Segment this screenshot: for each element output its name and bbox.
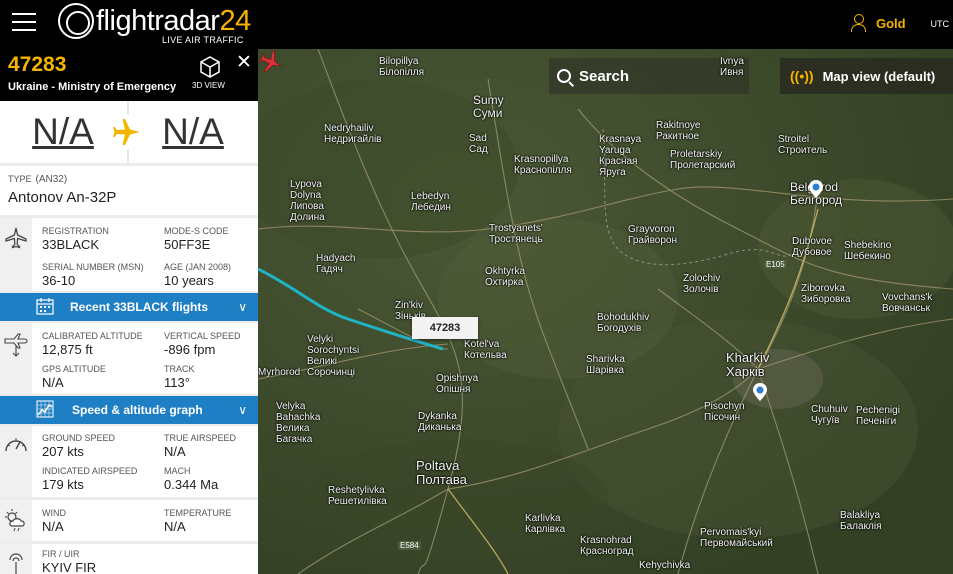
altitude-plane-icon [4,333,28,357]
logo-tagline: LIVE AIR TRAFFIC [162,35,244,45]
modes-label: MODE-S CODE [164,226,229,236]
graph-icon [36,400,54,418]
ground-speed-label: GROUND SPEED [42,433,116,443]
registration-label: REGISTRATION [42,226,109,236]
map-view-button[interactable]: ((•)) Map view (default) [780,58,953,94]
chevron-down-icon: ∨ [238,300,247,314]
true-airspeed-label: TRUE AIRSPEED [164,433,237,443]
map-view-label: Map view (default) [822,68,936,84]
plane-marker-icon[interactable] [258,49,284,75]
recent-flights-toggle[interactable]: Recent 33BLACK flights ∨ [0,293,258,321]
wind-value: N/A [42,519,64,534]
flight-operator: Ukraine - Ministry of Emergency [8,81,177,93]
search-label: Search [579,67,630,85]
indicated-airspeed-value: 179 kts [42,477,84,492]
wind-label: WIND [42,508,66,518]
calendar-icon [36,298,54,315]
logo-globe-icon [58,3,94,39]
msn-label: SERIAL NUMBER (MSN) [42,262,144,272]
gps-altitude-label: GPS ALTITUDE [42,364,106,374]
weather-section: WIND N/A TEMPERATURE N/A [0,500,258,541]
weather-icon [5,509,25,532]
vertical-speed-label: VERTICAL SPEED [164,331,241,341]
fir-icon-cell [0,544,32,574]
origin-airport[interactable]: N/A [6,107,120,157]
msn-value: 36-10 [42,273,76,288]
temperature-label: TEMPERATURE [164,508,232,518]
track-value: 113° [164,375,190,390]
registration-value: 33BLACK [42,237,100,252]
utc-clock[interactable]: UTC [931,19,950,29]
close-icon[interactable]: ✕ [236,53,252,73]
type-label-line: TYPE (AN32) [8,174,68,185]
flight-panel: 47283 Ukraine - Ministry of Emergency 3D… [0,49,258,574]
mach-value: 0.344 Ma [164,477,219,492]
calibrated-altitude-value: 12,875 ft [42,342,93,357]
airplane-icon [5,227,27,249]
top-bar: flightradar24 LIVE AIR TRAFFIC Gold UTC [0,0,953,49]
app-root: flightradar24 LIVE AIR TRAFFIC Gold UTC [0,0,953,574]
weather-icon-cell [0,500,32,541]
map[interactable]: Search ((•)) Map view (default) Bilopill… [258,49,953,574]
flight-tag[interactable]: 47283 [412,317,478,339]
chevron-down-icon: ∨ [238,403,247,417]
gps-altitude-value: N/A [42,375,64,390]
logo[interactable]: flightradar24 LIVE AIR TRAFFIC [58,3,251,47]
hamburger-menu-icon[interactable] [12,13,36,31]
ground-speed-value: 207 kts [42,444,84,459]
account-button[interactable]: Gold [850,14,906,32]
search-icon [557,69,571,83]
speed-graph-label: Speed & altitude graph [72,403,203,417]
airport-pin-icon[interactable] [809,180,823,198]
map-terrain [258,49,953,574]
track-label: TRACK [164,364,195,374]
road-badge: E105 [764,260,787,269]
cube-3d-icon[interactable] [199,55,221,79]
true-airspeed-value: N/A [164,444,186,459]
age-label: AGE (JAN 2008) [164,262,232,272]
map-search-button[interactable]: Search [549,58,749,94]
aircraft-details-section: REGISTRATION 33BLACK MODE-S CODE 50FF3E … [0,218,258,291]
mach-label: MACH [164,466,191,476]
indicated-airspeed-label: INDICATED AIRSPEED [42,466,138,476]
flight-header: 47283 Ukraine - Ministry of Emergency 3D… [0,49,258,101]
antenna-icon [9,553,23,574]
altitude-icon-cell [0,323,32,394]
flight-callsign: 47283 [8,53,67,76]
altitude-section: CALIBRATED ALTITUDE 12,875 ft VERTICAL S… [0,323,258,394]
aircraft-icon-cell [0,218,32,291]
recent-flights-label: Recent 33BLACK flights [70,300,209,314]
broadcast-icon: ((•)) [790,68,814,84]
speed-icon-cell [0,426,32,497]
fir-value: KYIV FIR [42,560,97,574]
logo-text: flightradar24 [96,5,251,37]
aircraft-type-name: Antonov An-32P [8,189,117,206]
road-badge: E584 [398,541,421,550]
account-label: Gold [876,15,906,31]
fir-label: FIR / UIR [42,549,80,559]
calibrated-altitude-label: CALIBRATED ALTITUDE [42,331,143,341]
aircraft-type-section: TYPE (AN32) Antonov An-32P [0,166,258,215]
fir-section: FIR / UIR KYIV FIR [0,544,258,574]
speed-section: GROUND SPEED 207 kts TRUE AIRSPEED N/A I… [0,426,258,497]
speed-graph-toggle[interactable]: Speed & altitude graph ∨ [0,396,258,424]
speedometer-icon [5,438,27,452]
modes-value: 50FF3E [164,237,211,252]
age-value: 10 years [164,273,214,288]
destination-airport[interactable]: N/A [136,107,250,157]
view-3d-button[interactable]: 3D VIEW [192,81,225,90]
route-box: N/A N/A [0,101,258,163]
airport-pin-icon[interactable] [753,383,767,401]
user-icon [850,14,867,32]
temperature-value: N/A [164,519,186,534]
vertical-speed-value: -896 fpm [164,342,216,357]
